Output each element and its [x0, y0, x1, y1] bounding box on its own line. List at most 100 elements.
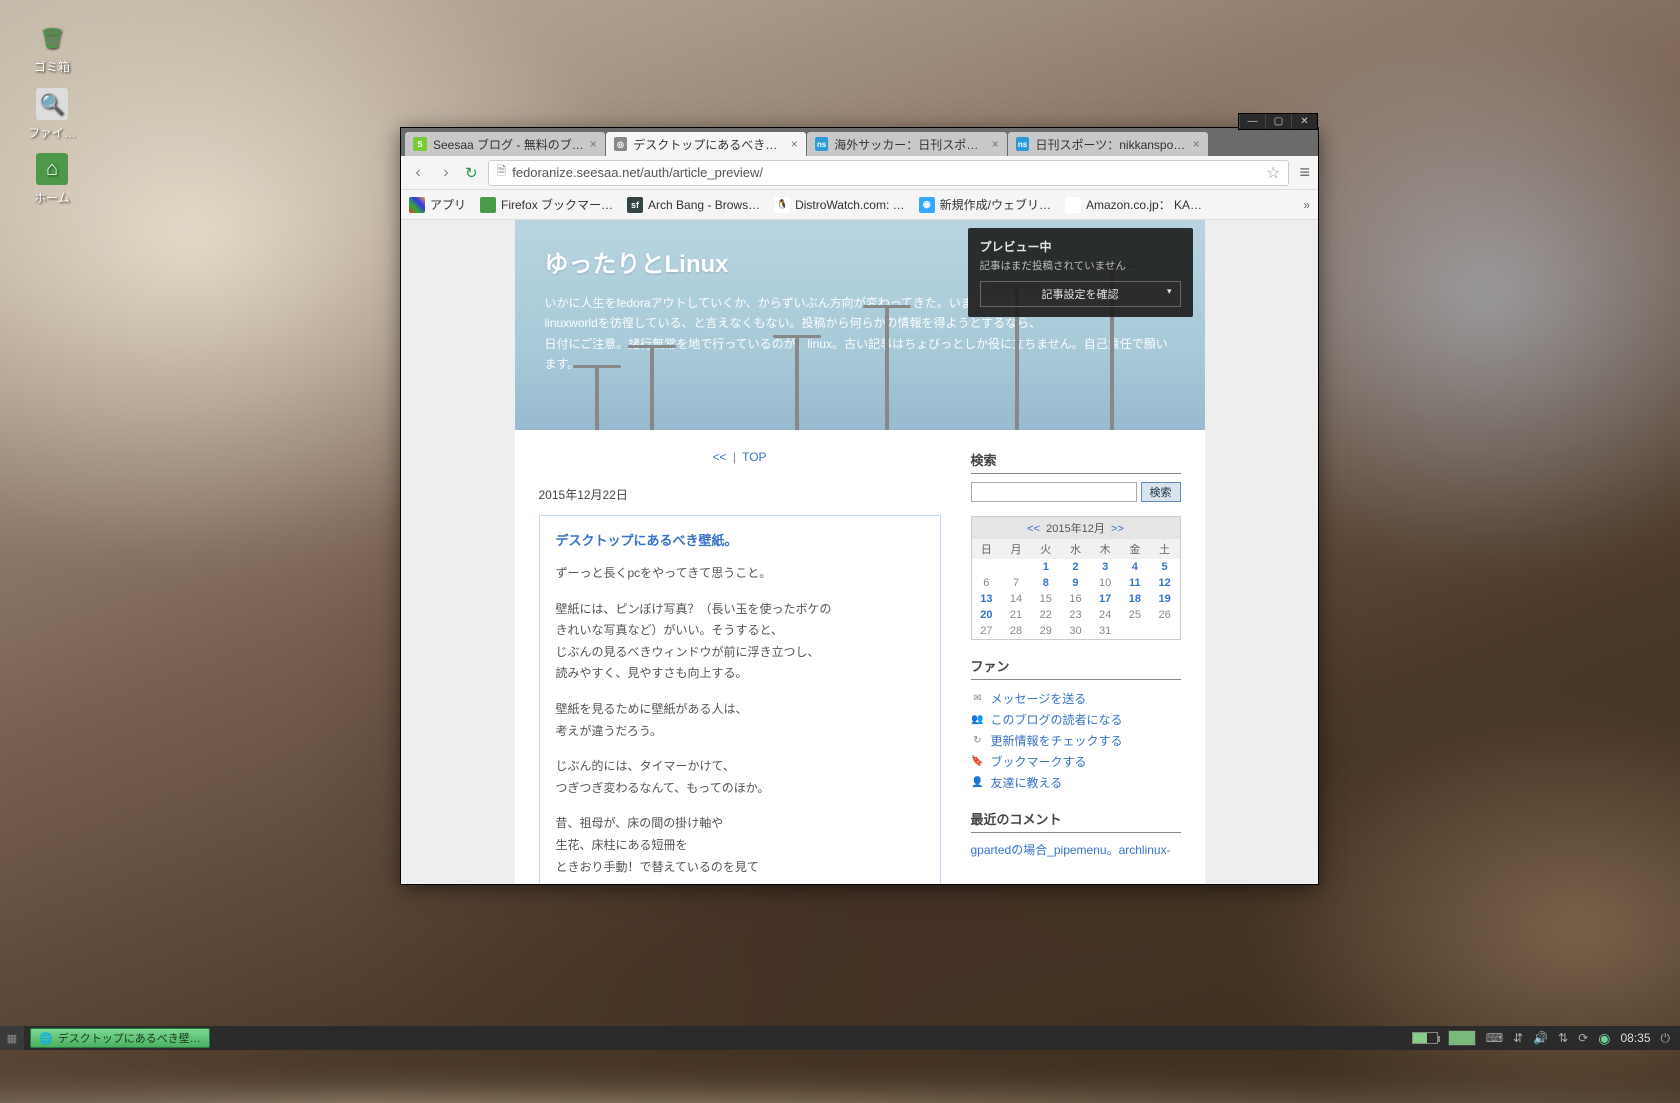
fan-item-icon: ↻ — [971, 735, 985, 746]
browser-tab[interactable]: ns 海外サッカー：日刊スポー… × — [807, 132, 1007, 156]
desktop-icon-trash[interactable]: 🗑 ゴミ箱 — [20, 22, 84, 75]
blog-content: << | TOP 2015年12月22日 デスクトップにあるべき壁紙。 ずーっと… — [515, 430, 1205, 884]
cal-day-cell[interactable]: 2 — [1061, 559, 1091, 575]
cal-day-cell[interactable]: 4 — [1120, 559, 1150, 575]
fan-link[interactable]: 友達に教える — [991, 774, 1063, 791]
cal-day-cell[interactable]: 3 — [1090, 559, 1120, 575]
tab-strip: S Seesaa ブログ - 無料のブ… ×◎ デスクトップにあるべき壁… ×n… — [401, 128, 1318, 156]
fan-link[interactable]: このブログの読者になる — [991, 711, 1123, 728]
cal-day-cell[interactable]: 17 — [1090, 591, 1120, 607]
start-menu-button[interactable]: ▦ — [0, 1026, 24, 1050]
cal-day-cell — [1150, 623, 1180, 639]
desktop-icon-files[interactable]: 🔍 ファイ… — [20, 88, 84, 141]
cal-day-cell[interactable]: 19 — [1150, 591, 1180, 607]
cal-dow-cell: 火 — [1031, 539, 1061, 559]
forward-button[interactable]: › — [437, 164, 455, 182]
reload-button[interactable]: ↻ — [465, 164, 478, 182]
cal-day-cell[interactable]: 8 — [1031, 575, 1061, 591]
cal-day-cell[interactable]: 1 — [1031, 559, 1061, 575]
post-paragraph: ずーっと長くpcをやってきて思うこと。 — [556, 563, 924, 585]
post-paragraph: じぶん的には、タイマーかけて、 つぎつぎ変わるなんて、もってのほか。 — [556, 756, 924, 799]
bookmark-favicon-icon: 🐧 — [774, 197, 790, 213]
tab-favicon-icon: ns — [1016, 137, 1030, 151]
tab-label: Seesaa ブログ - 無料のブ… — [433, 136, 584, 153]
browser-tab[interactable]: ◎ デスクトップにあるべき壁… × — [606, 132, 806, 156]
network-icon[interactable]: ⇅ — [1558, 1031, 1568, 1045]
battery-icon[interactable] — [1412, 1032, 1438, 1044]
fan-list-item: 👤 友達に教える — [971, 772, 1181, 793]
browser-tab[interactable]: S Seesaa ブログ - 無料のブ… × — [405, 132, 605, 156]
tab-close-icon[interactable]: × — [1193, 137, 1200, 151]
preview-settings-button[interactable]: 記事設定を確認 — [980, 281, 1181, 307]
bookmark-item[interactable]: sf Arch Bang - Brows… — [627, 197, 760, 213]
lamp-decoration-icon — [650, 345, 654, 430]
bookmarks-overflow-icon[interactable]: » — [1303, 198, 1310, 212]
power-icon[interactable]: ⏻ — [1661, 1031, 1671, 1046]
session-icon[interactable]: ◉ — [1598, 1030, 1610, 1047]
fan-link[interactable]: 更新情報をチェックする — [991, 732, 1123, 749]
minimize-button[interactable]: — — [1239, 114, 1265, 129]
preview-subtitle: 記事はまだ投稿されていません — [980, 258, 1181, 273]
browser-tab[interactable]: ns 日刊スポーツ：nikkanspor… × — [1008, 132, 1208, 156]
desktop-icon-home[interactable]: ⌂ ホーム — [20, 153, 84, 206]
cal-day-cell: 30 — [1061, 623, 1091, 639]
tab-label: デスクトップにあるべき壁… — [633, 136, 784, 153]
tab-label: 日刊スポーツ：nikkanspor… — [1035, 136, 1186, 153]
url-input[interactable] — [512, 165, 1260, 180]
tab-close-icon[interactable]: × — [791, 137, 798, 151]
cal-day-cell[interactable]: 18 — [1120, 591, 1150, 607]
search-form: 検索 — [971, 482, 1181, 502]
top-link[interactable]: TOP — [742, 450, 766, 464]
tab-close-icon[interactable]: × — [590, 137, 597, 151]
search-input[interactable] — [971, 482, 1137, 502]
cal-next-link[interactable]: >> — [1111, 523, 1124, 535]
bookmark-favicon-icon: ◉ — [919, 197, 935, 213]
apps-grid-icon — [409, 197, 425, 213]
globe-icon: 🌐 — [39, 1032, 53, 1045]
cal-day-cell[interactable]: 5 — [1150, 559, 1180, 575]
bookmark-item[interactable]: Firefox ブックマー… — [480, 196, 613, 213]
bookmark-label: DistroWatch.com: … — [795, 198, 905, 212]
volume-icon[interactable]: 🔊 — [1533, 1031, 1548, 1045]
network-down-icon[interactable]: ⇵ — [1513, 1031, 1523, 1045]
close-button[interactable]: ✕ — [1291, 114, 1317, 129]
apps-label: アプリ — [430, 196, 466, 213]
taskbar: ▦ 🌐 デスクトップにあるべき壁… ⌨ ⇵ 🔊 ⇅ ⟳ ◉ 08:35 ⏻ — [0, 1026, 1680, 1050]
recent-comment-link[interactable]: gpartedの場合_pipemenu。archlinux- — [971, 843, 1171, 857]
bookmark-item[interactable]: ◉ 新規作成/ウェブリ… — [919, 196, 1051, 213]
back-button[interactable]: ‹ — [409, 164, 427, 182]
prev-link[interactable]: << — [712, 450, 726, 464]
fan-link[interactable]: ブックマークする — [991, 753, 1087, 770]
taskbar-task-browser[interactable]: 🌐 デスクトップにあるべき壁… — [30, 1028, 210, 1048]
tab-close-icon[interactable]: × — [992, 137, 999, 151]
cal-day-cell: 28 — [1001, 623, 1031, 639]
search-file-icon: 🔍 — [36, 88, 68, 120]
fan-item-icon: 🔖 — [971, 756, 985, 767]
post-paragraph: 壁紙を見るために壁紙がある人は、 考えが違うだろう。 — [556, 699, 924, 742]
cal-prev-link[interactable]: << — [1027, 523, 1040, 535]
bookmark-item[interactable]: 🐧 DistroWatch.com: … — [774, 197, 905, 213]
keyboard-icon[interactable]: ⌨ — [1486, 1031, 1503, 1045]
search-button[interactable]: 検索 — [1141, 482, 1181, 502]
maximize-button[interactable]: ▢ — [1265, 114, 1291, 129]
bookmark-item[interactable]: a Amazon.co.jp： KA… — [1065, 196, 1202, 213]
workspace-switcher[interactable] — [1448, 1030, 1476, 1046]
apps-shortcut[interactable]: アプリ — [409, 196, 466, 213]
page-viewport[interactable]: ゆったりとLinux いかに人生をfedoraアウトしていくか、からずいぶん方向… — [401, 220, 1318, 884]
main-column: << | TOP 2015年12月22日 デスクトップにあるべき壁紙。 ずーっと… — [539, 450, 941, 884]
updates-icon[interactable]: ⟳ — [1578, 1031, 1588, 1045]
cal-day-cell[interactable]: 11 — [1120, 575, 1150, 591]
cal-dow-cell: 金 — [1120, 539, 1150, 559]
hamburger-menu-icon[interactable]: ≡ — [1299, 162, 1310, 183]
cal-day-cell[interactable]: 12 — [1150, 575, 1180, 591]
cal-day-cell[interactable]: 20 — [972, 607, 1002, 623]
clock[interactable]: 08:35 — [1620, 1031, 1650, 1045]
window-controls: — ▢ ✕ — [1238, 113, 1318, 130]
bookmark-star-icon[interactable]: ☆ — [1266, 163, 1280, 183]
lamp-decoration-icon — [595, 365, 599, 430]
fan-link[interactable]: メッセージを送る — [991, 690, 1087, 707]
cal-day-cell[interactable]: 13 — [972, 591, 1002, 607]
address-bar[interactable]: 🗎 ☆ — [488, 160, 1290, 186]
cal-day-cell[interactable]: 9 — [1061, 575, 1091, 591]
fan-item-icon: 👥 — [971, 714, 985, 725]
